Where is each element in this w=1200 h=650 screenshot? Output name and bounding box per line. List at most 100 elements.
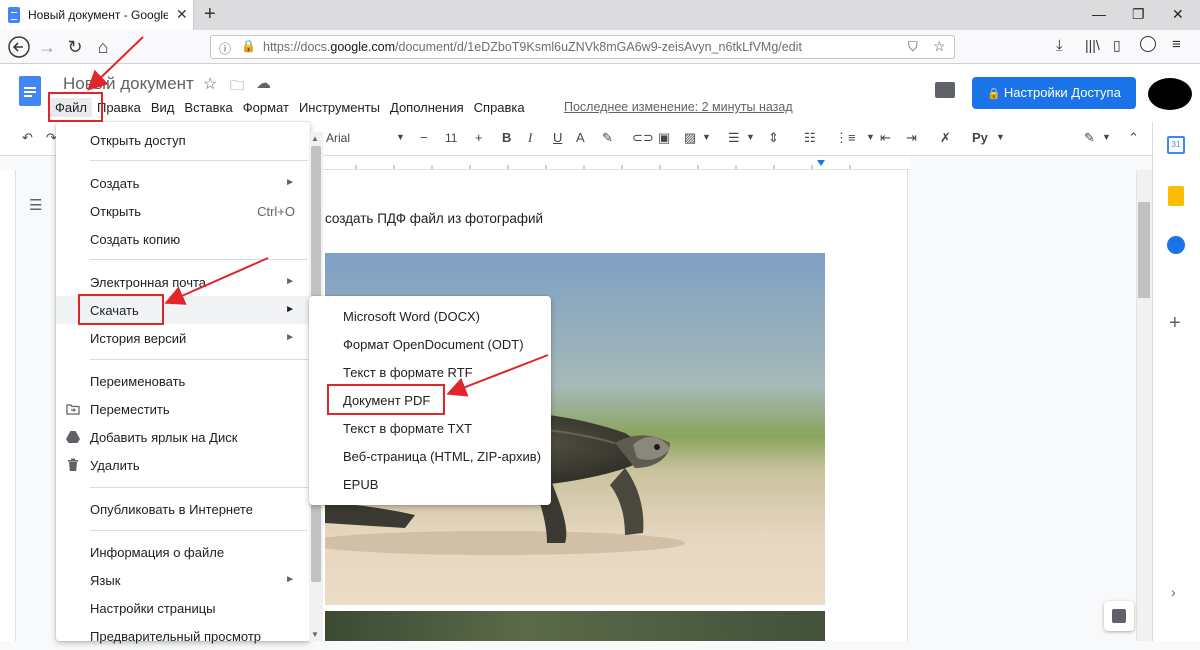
- checklist-icon[interactable]: ☷: [804, 130, 816, 146]
- menu-item-make-copy[interactable]: Создать копию: [56, 225, 310, 253]
- clear-formatting-icon[interactable]: ✗: [940, 130, 951, 146]
- chevron-down-icon[interactable]: ▼: [1102, 132, 1111, 142]
- hide-menus-icon[interactable]: ⌃: [1128, 130, 1139, 146]
- download-docx[interactable]: Microsoft Word (DOCX): [309, 302, 551, 330]
- last-edit-link[interactable]: Последнее изменение: 2 минуты назад: [564, 100, 793, 114]
- move-folder-icon[interactable]: 🗀: [230, 75, 244, 99]
- underline-button[interactable]: U: [553, 130, 562, 145]
- menu-item-move[interactable]: Переместить: [56, 395, 310, 423]
- menu-item-print-preview[interactable]: Предварительный просмотр: [56, 622, 310, 650]
- menu-item-delete[interactable]: Удалить: [56, 451, 310, 479]
- pocket-icon[interactable]: ⛉: [908, 39, 918, 55]
- horizontal-ruler: [310, 156, 910, 170]
- menu-item-rename[interactable]: Переименовать: [56, 367, 310, 395]
- chevron-down-icon[interactable]: ▼: [746, 132, 755, 142]
- close-window-icon[interactable]: ✕: [1172, 6, 1184, 23]
- decrease-indent-icon[interactable]: ⇤: [880, 130, 891, 146]
- bold-button[interactable]: B: [502, 130, 511, 145]
- font-size-input[interactable]: 11: [445, 131, 457, 145]
- expand-panel-icon[interactable]: ›: [1171, 584, 1176, 600]
- info-icon[interactable]: ⓘ: [219, 40, 231, 57]
- add-addon-icon[interactable]: +: [1169, 312, 1181, 335]
- increase-indent-icon[interactable]: ⇥: [906, 130, 917, 146]
- second-photo[interactable]: [325, 611, 825, 641]
- menu-addons[interactable]: Дополнения: [385, 98, 469, 117]
- editing-mode-icon[interactable]: ✎: [1084, 130, 1095, 146]
- align-icon[interactable]: ☰: [728, 130, 740, 146]
- avatar[interactable]: [1148, 78, 1192, 110]
- download-epub[interactable]: EPUB: [309, 470, 551, 498]
- explore-button[interactable]: [1104, 601, 1134, 631]
- font-size-decrease-button[interactable]: −: [420, 130, 428, 145]
- browser-tab[interactable]: Новый документ - Google Доки ✕: [0, 0, 194, 30]
- insert-image-icon[interactable]: ▨: [684, 130, 696, 146]
- menu-view[interactable]: Вид: [146, 98, 180, 117]
- line-spacing-icon[interactable]: ⇕: [768, 130, 779, 146]
- docs-logo-icon[interactable]: [19, 76, 41, 106]
- file-menu: Открыть доступ Создать ► Открыть Ctrl+O Со…: [56, 122, 310, 644]
- document-scrollbar-thumb[interactable]: [1138, 202, 1150, 298]
- menu-item-add-shortcut[interactable]: Добавить ярлык на Диск: [56, 423, 310, 451]
- menu-help[interactable]: Справка: [469, 98, 530, 117]
- menu-item-share[interactable]: Открыть доступ: [56, 126, 310, 154]
- text-color-button[interactable]: A: [576, 130, 585, 145]
- minimize-icon[interactable]: —: [1092, 6, 1106, 22]
- document-outline-icon[interactable]: ☰: [29, 196, 42, 214]
- calendar-icon[interactable]: 31: [1167, 136, 1185, 154]
- lock-icon[interactable]: 🔒: [241, 39, 256, 53]
- tasks-icon[interactable]: [1167, 236, 1185, 254]
- menu-item-open[interactable]: Открыть Ctrl+O: [56, 197, 310, 225]
- chevron-down-icon[interactable]: ▼: [866, 132, 875, 142]
- menu-item-language[interactable]: Язык ►: [56, 566, 310, 594]
- reload-icon[interactable]: ↻: [64, 36, 86, 58]
- menu-item-page-setup[interactable]: Настройки страницы: [56, 594, 310, 622]
- numbered-list-icon[interactable]: ⋮≡: [835, 130, 856, 146]
- scroll-up-icon[interactable]: ▲: [311, 134, 319, 143]
- menu-format[interactable]: Формат: [238, 98, 294, 117]
- back-icon[interactable]: [8, 36, 30, 58]
- docs-header: Новый документ ☆ 🗀 ☁ Файл Правка Вид Вставк…: [0, 64, 1200, 122]
- menu-item-email[interactable]: Электронная почта ►: [56, 268, 310, 296]
- cloud-saved-icon[interactable]: ☁: [256, 74, 271, 92]
- chevron-down-icon[interactable]: ▼: [996, 132, 1005, 142]
- library-icon[interactable]: |||\: [1085, 37, 1100, 53]
- download-rtf[interactable]: Текст в формате RTF: [309, 358, 551, 386]
- sidebar-icon[interactable]: ▯: [1113, 37, 1121, 54]
- share-button[interactable]: 🔒 Настройки Доступа: [972, 77, 1136, 109]
- italic-button[interactable]: I: [528, 130, 532, 146]
- restore-icon[interactable]: ❐: [1132, 6, 1145, 23]
- menu-icon[interactable]: ≡: [1172, 36, 1181, 53]
- download-odt[interactable]: Формат OpenDocument (ODT): [309, 330, 551, 358]
- downloads-icon[interactable]: ⤓: [1056, 37, 1063, 54]
- star-icon[interactable]: ☆: [203, 74, 217, 94]
- bookmark-star-icon[interactable]: ☆: [933, 38, 946, 55]
- keep-icon[interactable]: [1168, 186, 1184, 206]
- home-icon[interactable]: ⌂: [92, 36, 114, 58]
- menu-item-details[interactable]: Информация о файле: [56, 538, 310, 566]
- url-bar[interactable]: ⓘ 🔒 https://docs.google.com/document/d/1…: [210, 35, 955, 59]
- insert-link-icon[interactable]: ⊂⊃: [632, 130, 654, 146]
- menu-item-new[interactable]: Создать ►: [56, 169, 310, 197]
- chevron-down-icon[interactable]: ▼: [396, 132, 405, 142]
- account-icon[interactable]: [1140, 36, 1156, 52]
- comments-icon[interactable]: [935, 82, 955, 98]
- chevron-down-icon[interactable]: ▼: [702, 132, 711, 142]
- new-tab-icon[interactable]: +: [204, 3, 216, 26]
- scroll-down-icon[interactable]: ▼: [311, 630, 319, 639]
- forward-icon[interactable]: →: [36, 36, 58, 58]
- font-select[interactable]: Arial: [326, 131, 350, 145]
- undo-icon[interactable]: ↶: [22, 130, 33, 146]
- menu-item-publish[interactable]: Опубликовать в Интернете: [56, 495, 310, 523]
- close-tab-icon[interactable]: ✕: [176, 6, 188, 23]
- highlight-icon[interactable]: ✎: [602, 130, 613, 146]
- input-tools-icon[interactable]: Pу: [972, 130, 988, 145]
- document-text[interactable]: создать ПДФ файл из фотографий: [325, 211, 543, 226]
- font-size-increase-button[interactable]: +: [475, 130, 483, 145]
- document-title[interactable]: Новый документ: [63, 74, 194, 94]
- add-comment-icon[interactable]: ▣: [658, 130, 670, 146]
- menu-item-version-history[interactable]: История версий ►: [56, 324, 310, 352]
- menu-insert[interactable]: Вставка: [179, 98, 237, 117]
- download-html[interactable]: Веб-страница (HTML, ZIP-архив): [309, 442, 551, 470]
- download-txt[interactable]: Текст в формате TXT: [309, 414, 551, 442]
- menu-tools[interactable]: Инструменты: [294, 98, 385, 117]
